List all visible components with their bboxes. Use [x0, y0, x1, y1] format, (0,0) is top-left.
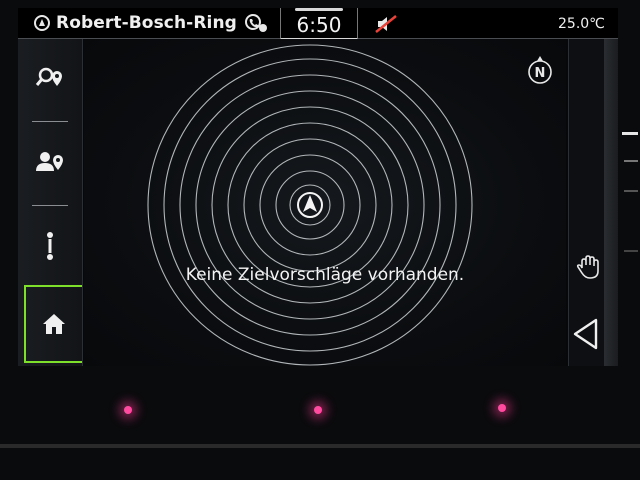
- navigation-arrow-icon: [34, 15, 50, 31]
- destination-search-icon: [35, 67, 62, 86]
- route-icon: [47, 232, 53, 260]
- outside-temperature: 25.0℃: [558, 16, 605, 32]
- clock: 6:50: [296, 13, 342, 37]
- home-button[interactable]: [24, 285, 82, 363]
- no-suggestions-message: Keine Zielvorschläge vorhanden.: [185, 265, 465, 285]
- compass-icon[interactable]: N: [524, 55, 556, 87]
- hand-gesture-icon[interactable]: [576, 254, 602, 280]
- speaker-muted-icon[interactable]: [374, 14, 398, 34]
- radar-rings: [147, 44, 473, 366]
- compass-label: N: [535, 66, 546, 81]
- contact-destination-button[interactable]: [26, 129, 74, 195]
- console-trim: [0, 444, 640, 448]
- destination-search-button[interactable]: [26, 45, 74, 111]
- ambient-light: [314, 406, 322, 414]
- phone-status-icon[interactable]: [244, 13, 268, 33]
- ambient-light: [124, 406, 132, 414]
- ambient-light: [498, 404, 506, 412]
- current-street: Robert-Bosch-Ring: [56, 13, 237, 33]
- contact-destination-icon: [36, 152, 63, 171]
- scroll-track[interactable]: [604, 39, 618, 366]
- bezel-edge: [620, 120, 640, 420]
- clock-tab[interactable]: 6:50: [280, 8, 358, 40]
- back-triangle-icon[interactable]: [570, 316, 602, 352]
- position-arrow-icon: [297, 192, 323, 218]
- infotainment-screen: Robert-Bosch-Ring 6:50 25.0℃ Keine Zielv…: [18, 8, 618, 366]
- route-button[interactable]: [26, 213, 74, 279]
- navigation-sidebar: [18, 39, 83, 366]
- destination-suggestions-panel: Keine Zielvorschläge vorhanden. N: [84, 39, 566, 366]
- status-bar: Robert-Bosch-Ring 6:50 25.0℃: [18, 8, 618, 40]
- home-icon: [43, 314, 65, 334]
